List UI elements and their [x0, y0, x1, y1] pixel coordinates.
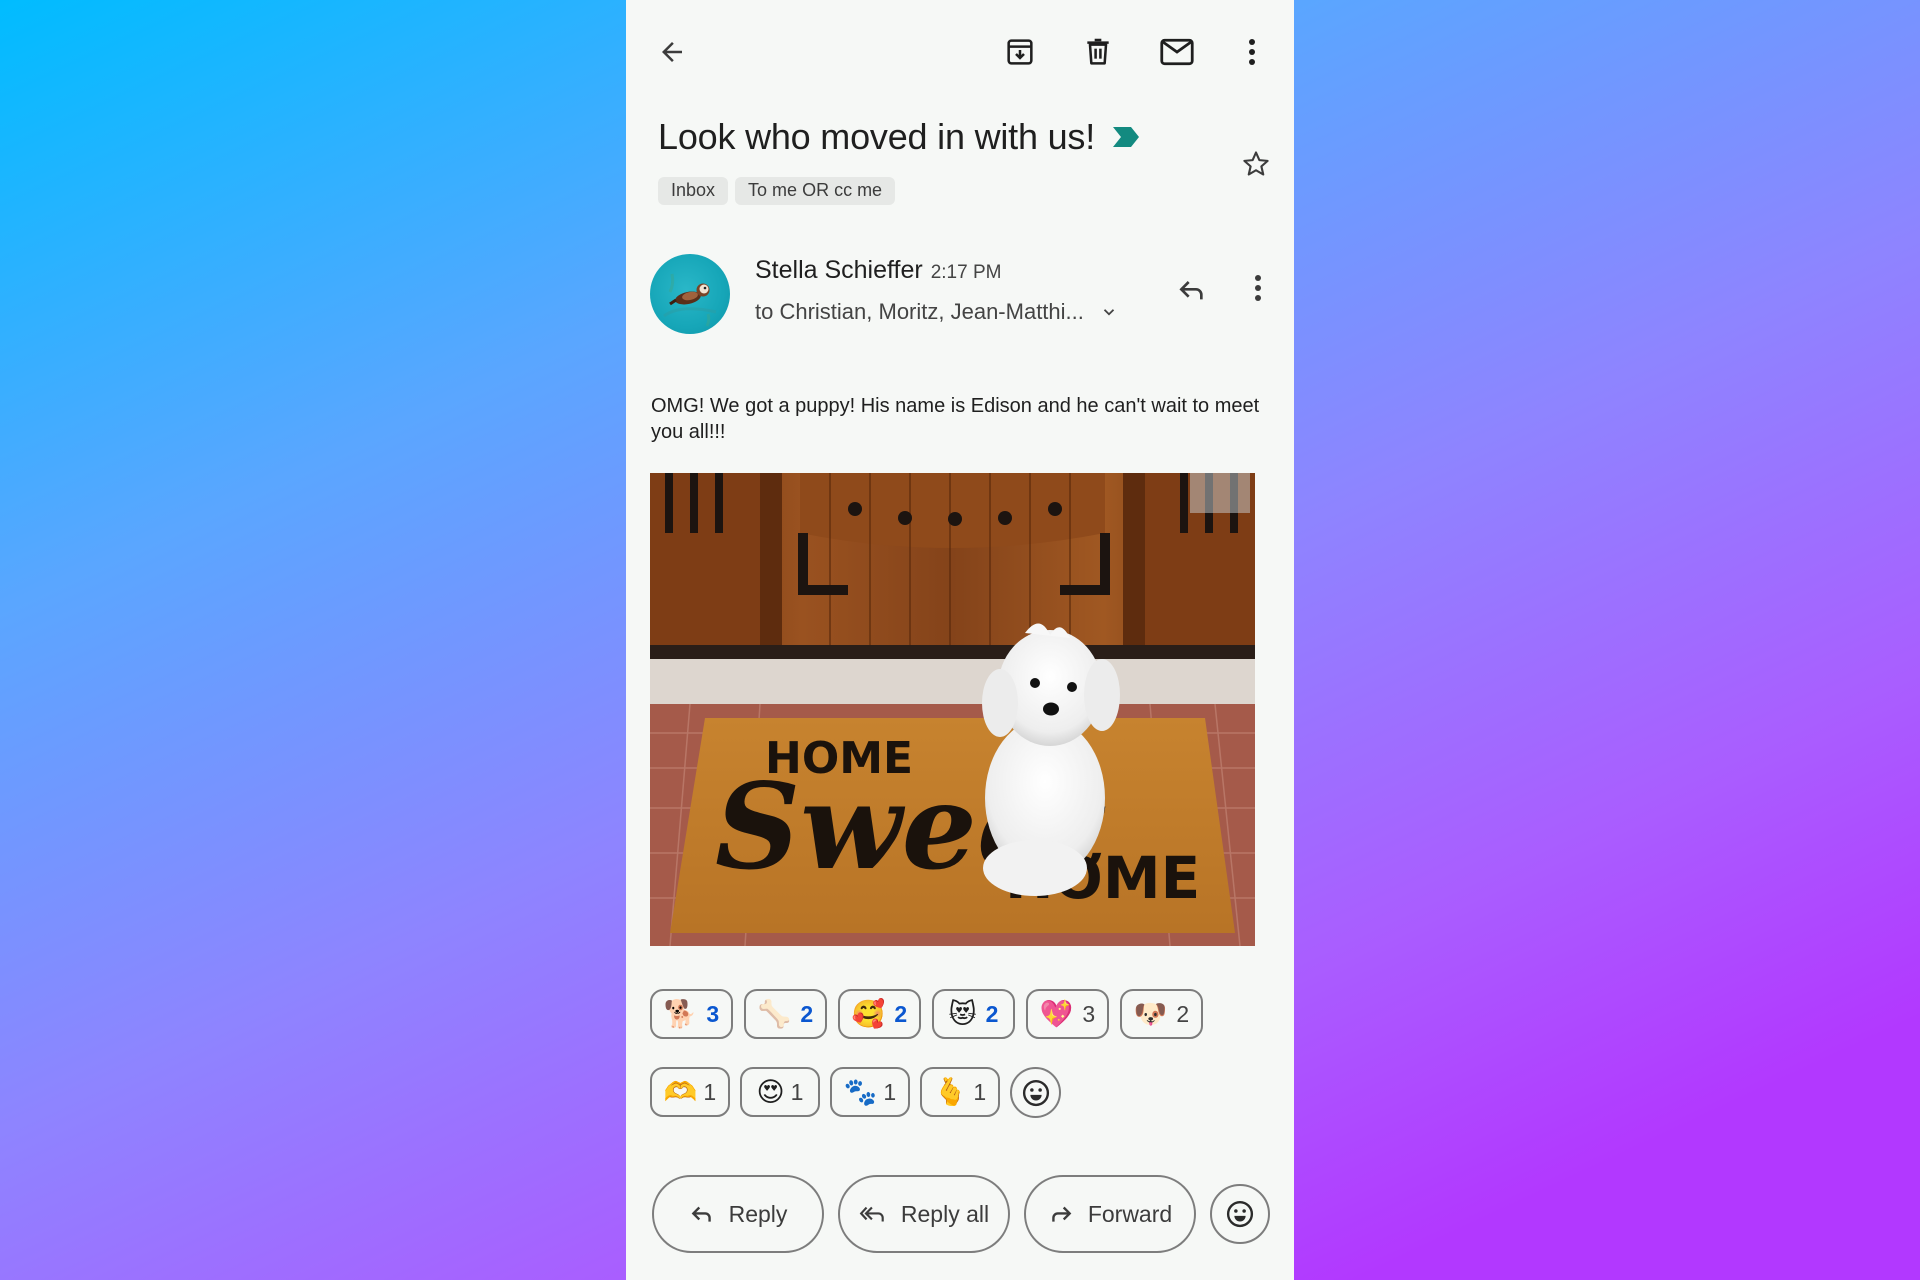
bone-emoji-icon: 🦴 — [757, 998, 792, 1030]
sent-time: 2:17 PM — [930, 262, 1002, 283]
forward-label: Forward — [1087, 1200, 1173, 1227]
add-emoji-icon — [1226, 1200, 1254, 1228]
label-chip-inbox[interactable]: Inbox — [658, 177, 729, 205]
forward-icon — [1052, 1206, 1072, 1222]
sparkling-heart-emoji-icon: 💖 — [1039, 998, 1074, 1030]
mail-icon — [1160, 38, 1194, 66]
recipients-row[interactable]: to Christian, Moritz, Jean-Matthi... — [755, 299, 1118, 325]
more-vert-icon — [1249, 39, 1255, 65]
importance-marker-icon[interactable] — [1111, 125, 1141, 149]
back-button[interactable] — [648, 28, 696, 76]
reaction-chip-dog-face[interactable]: 🐶 2 — [1120, 989, 1203, 1039]
message-more-options-button[interactable] — [1232, 262, 1284, 314]
reaction-chip-finger-heart[interactable]: 🫰 1 — [920, 1067, 1000, 1117]
reaction-count: 1 — [790, 1078, 804, 1105]
reactions-row-1: 🐕 3 🦴 2 🥰 2 😻 2 💖 3 🐶 2 — [650, 989, 1203, 1039]
reaction-count: 3 — [1082, 1000, 1096, 1027]
smiling-face-with-hearts-emoji-icon: 🥰 — [851, 998, 886, 1030]
reaction-count: 2 — [894, 1000, 908, 1027]
reaction-count: 3 — [706, 1000, 720, 1027]
reaction-chip-bone[interactable]: 🦴 2 — [744, 989, 827, 1039]
puppy-photo: HOME Sweet HOME — [650, 473, 1255, 946]
reaction-count: 1 — [883, 1078, 897, 1105]
quick-reply-button[interactable] — [1166, 264, 1218, 316]
email-subject-row: Look who moved in with us! — [658, 116, 1141, 158]
sender-name: Stella Schieffer — [755, 256, 923, 284]
reaction-count: 2 — [800, 1000, 814, 1027]
reaction-count: 1 — [973, 1078, 987, 1105]
archive-button[interactable] — [996, 28, 1044, 76]
gmail-email-view: Look who moved in with us! Inbox To me O… — [626, 0, 1294, 1280]
star-outline-icon — [1243, 151, 1269, 176]
reaction-count: 1 — [703, 1078, 717, 1105]
reactions-row-2: 🫶 1 😍 1 🐾 1 🫰 1 — [650, 1067, 1061, 1118]
mark-unread-button[interactable] — [1153, 28, 1201, 76]
email-subject: Look who moved in with us! — [658, 116, 1096, 157]
reply-icon — [691, 1206, 711, 1222]
paw-prints-emoji-icon: 🐾 — [843, 1076, 878, 1108]
sea-otter-avatar-icon — [663, 273, 717, 327]
reaction-chip-smiling-face-with-hearts[interactable]: 🥰 2 — [838, 989, 921, 1039]
reaction-chip-heart-eyes[interactable]: 😍 1 — [740, 1067, 820, 1117]
forward-button[interactable]: Forward — [1024, 1175, 1196, 1253]
sender-info[interactable]: Stella Schieffer 2:17 PM — [755, 256, 1001, 285]
react-emoji-button[interactable] — [1210, 1184, 1270, 1244]
add-emoji-icon — [1022, 1079, 1049, 1106]
more-vert-icon — [1255, 275, 1261, 301]
message-actions: Reply Reply all Forward — [652, 1175, 1270, 1253]
dog-face-emoji-icon: 🐶 — [1133, 998, 1168, 1030]
label-chip-to-me-or-cc-me[interactable]: To me OR cc me — [735, 177, 896, 205]
reaction-chip-heart-hands[interactable]: 🫶 1 — [650, 1067, 730, 1117]
sender-avatar[interactable] — [650, 254, 730, 334]
chevron-down-icon[interactable] — [1100, 303, 1118, 321]
arrow-left-icon — [662, 42, 682, 62]
reaction-chip-dog[interactable]: 🐕 3 — [650, 989, 733, 1039]
reply-all-label: Reply all — [900, 1200, 990, 1227]
heart-eyes-emoji-icon: 😍 — [756, 1076, 785, 1108]
reply-icon — [1179, 281, 1203, 300]
reaction-chip-sparkling-heart[interactable]: 💖 3 — [1026, 989, 1109, 1039]
trash-icon — [1087, 38, 1109, 65]
recipients-list: to Christian, Moritz, Jean-Matthi... — [755, 299, 1084, 324]
reaction-chip-heart-eyes-cat[interactable]: 😻 2 — [932, 989, 1015, 1039]
archive-icon — [1007, 39, 1033, 65]
finger-heart-emoji-icon: 🫰 — [933, 1076, 968, 1108]
add-reaction-button[interactable] — [1010, 1067, 1061, 1118]
reply-label: Reply — [728, 1200, 788, 1227]
reply-all-icon — [859, 1206, 884, 1222]
inline-image-puppy-on-doormat[interactable]: HOME Sweet HOME — [650, 473, 1255, 946]
heart-eyes-cat-emoji-icon: 😻 — [948, 998, 977, 1030]
reaction-count: 2 — [1176, 1000, 1190, 1027]
delete-button[interactable] — [1074, 28, 1122, 76]
email-body: OMG! We got a puppy! His name is Edison … — [651, 395, 1260, 443]
reply-all-button[interactable]: Reply all — [838, 1175, 1010, 1253]
label-chips: Inbox To me OR cc me — [658, 177, 896, 205]
star-button[interactable] — [1232, 140, 1280, 188]
heart-hands-emoji-icon: 🫶 — [663, 1076, 698, 1108]
dog-emoji-icon: 🐕 — [663, 998, 698, 1030]
reaction-chip-paw-prints[interactable]: 🐾 1 — [830, 1067, 910, 1117]
reply-button[interactable]: Reply — [652, 1175, 824, 1253]
reaction-count: 2 — [985, 1000, 999, 1027]
more-options-button[interactable] — [1228, 28, 1276, 76]
